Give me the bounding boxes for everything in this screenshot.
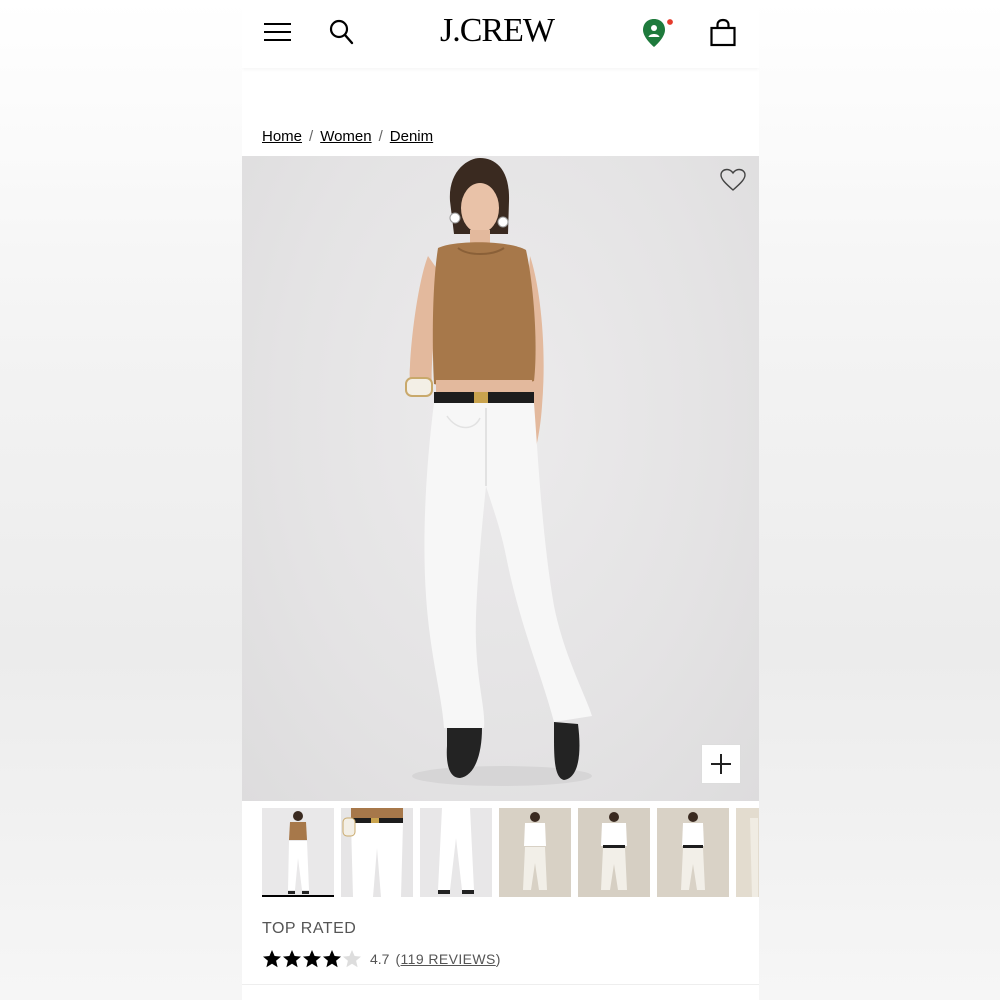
shopping-bag-icon[interactable] bbox=[708, 18, 738, 48]
zoom-plus-icon[interactable] bbox=[701, 744, 741, 784]
thumbnail-1[interactable] bbox=[262, 808, 334, 897]
thumbnail-2[interactable] bbox=[341, 808, 413, 897]
breadcrumb-home[interactable]: Home bbox=[262, 128, 302, 145]
reviews-count: (119 REVIEWS) bbox=[395, 951, 500, 967]
thumbnail-strip[interactable] bbox=[242, 808, 759, 900]
thumbnail-4[interactable] bbox=[499, 808, 571, 897]
jcrew-logo[interactable]: J.CREW bbox=[430, 12, 564, 50]
thumbnail-7[interactable] bbox=[736, 808, 759, 897]
location-pin-icon[interactable] bbox=[640, 16, 680, 50]
thumbnail-5[interactable] bbox=[578, 808, 650, 897]
divider bbox=[242, 984, 759, 985]
breadcrumb-denim[interactable]: Denim bbox=[390, 128, 433, 145]
thumbnail-6[interactable] bbox=[657, 808, 729, 897]
thumbnail-3[interactable] bbox=[420, 808, 492, 897]
rating-value: 4.7 bbox=[370, 951, 390, 967]
breadcrumb-women[interactable]: Women bbox=[320, 128, 371, 145]
mobile-page: J.CREW Home / Women / Denim TOP RATED 4.… bbox=[242, 0, 759, 1000]
breadcrumb-separator: / bbox=[309, 128, 314, 145]
heart-icon[interactable] bbox=[720, 168, 746, 192]
stars-icon bbox=[263, 950, 361, 968]
top-rated-badge: TOP RATED bbox=[262, 920, 357, 937]
site-header: J.CREW bbox=[242, 0, 759, 68]
reviews-close-paren: ) bbox=[495, 951, 501, 967]
rating-row: 4.7 (119 REVIEWS) bbox=[262, 948, 501, 970]
product-hero-image[interactable] bbox=[242, 156, 759, 801]
breadcrumb-separator: / bbox=[378, 128, 383, 145]
search-icon[interactable] bbox=[328, 18, 354, 46]
breadcrumb: Home / Women / Denim bbox=[262, 128, 433, 145]
reviews-link[interactable]: 119 REVIEWS bbox=[401, 951, 496, 967]
menu-icon[interactable] bbox=[264, 22, 292, 42]
star-rating[interactable] bbox=[262, 949, 362, 969]
model-illustration bbox=[405, 158, 592, 786]
